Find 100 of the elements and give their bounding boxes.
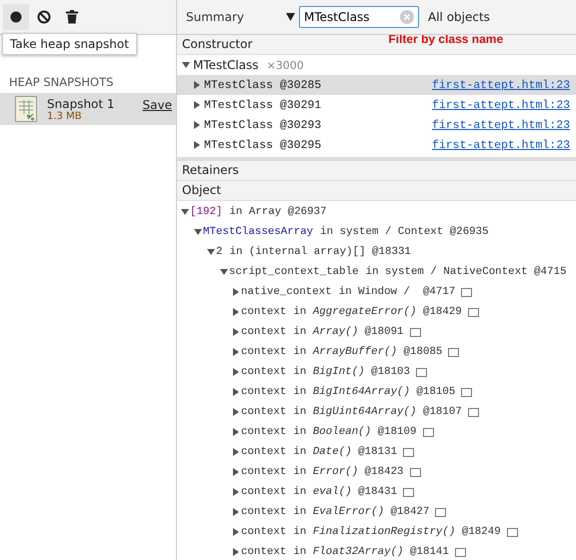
retainer-detail: in ArrayBuffer() @18085 — [293, 346, 442, 358]
collapsed-arrow-icon[interactable] — [233, 288, 239, 296]
record-button[interactable] — [3, 4, 29, 30]
collapsed-arrow-icon[interactable] — [233, 368, 239, 376]
expanded-arrow-icon[interactable] — [194, 229, 202, 235]
retainer-detail: in Error() @18423 — [293, 466, 404, 478]
tooltip: Take heap snapshot — [2, 33, 137, 55]
instance-row[interactable]: MTestClass @30293 first-attept.html:23 — [177, 115, 576, 135]
source-link[interactable]: first-attept.html:23 — [432, 138, 570, 152]
collapsed-arrow-icon[interactable] — [233, 528, 239, 536]
expanded-arrow-icon[interactable] — [182, 62, 190, 68]
retainer-detail: in Array() @18091 — [293, 326, 404, 338]
expanded-arrow-icon[interactable] — [181, 209, 189, 215]
source-link[interactable]: first-attept.html:23 — [432, 78, 570, 92]
retainer-name: context — [241, 406, 286, 418]
reveal-icon[interactable] — [403, 448, 414, 456]
collapsed-arrow-icon[interactable] — [233, 448, 239, 456]
collapsed-arrow-icon[interactable] — [233, 388, 239, 396]
snapshot-icon — [15, 96, 37, 122]
retainer-name: context — [241, 466, 286, 478]
column-header[interactable]: Object — [177, 181, 576, 201]
retainer-name: native_context — [241, 286, 332, 298]
expanded-arrow-icon[interactable] — [207, 249, 215, 255]
snapshot-title: Snapshot 1 — [47, 96, 116, 110]
snapshot-size: 1.3 MB — [47, 110, 83, 122]
retainer-detail: in system / Context @26935 — [320, 226, 489, 238]
retainer-name: context — [241, 546, 286, 558]
retainer-name: context — [241, 526, 286, 538]
retainer-detail: in system / NativeContext @4715 — [366, 266, 566, 278]
reveal-icon[interactable] — [403, 488, 414, 496]
save-link[interactable]: Save — [142, 98, 172, 112]
reveal-icon[interactable] — [468, 408, 479, 416]
retainer-detail: in BigInt() @18103 — [293, 366, 410, 378]
collapsed-arrow-icon[interactable] — [233, 428, 239, 436]
retainer-name: [192] — [190, 206, 222, 218]
retainer-detail: in Boolean() @18109 — [293, 426, 416, 438]
reveal-icon[interactable] — [416, 368, 428, 376]
reveal-icon[interactable] — [422, 428, 434, 436]
instance-row[interactable]: MTestClass @30295 first-attept.html:23 — [177, 135, 576, 155]
reveal-icon[interactable] — [454, 548, 466, 556]
instance-count: ×3000 — [266, 58, 304, 72]
retainer-detail: in BigInt64Array() @18105 — [293, 386, 456, 398]
collapsed-arrow-icon[interactable] — [233, 488, 239, 496]
reveal-icon[interactable] — [506, 528, 518, 536]
filter-field[interactable]: MTestClass — [299, 6, 419, 28]
instance-name: MTestClass @30291 — [204, 98, 322, 112]
retainer-name: script_context_table — [229, 266, 359, 278]
retainer-name: MTestClassesArray — [203, 226, 314, 238]
instance-name: MTestClass @30285 — [204, 78, 322, 92]
collapsed-arrow-icon[interactable] — [233, 348, 239, 356]
scope-label[interactable]: All objects — [428, 10, 490, 24]
retainer-name: context — [241, 486, 286, 498]
class-name: MTestClass — [193, 58, 259, 72]
reveal-icon[interactable] — [461, 288, 472, 296]
reveal-icon[interactable] — [461, 388, 472, 396]
snapshot-item[interactable]: Snapshot 1 1.3 MB Save — [0, 93, 176, 125]
reveal-icon[interactable] — [410, 328, 421, 336]
caret-icon — [286, 13, 295, 21]
retainer-name: context — [241, 426, 286, 438]
record-icon — [10, 11, 22, 23]
collapsed-arrow-icon[interactable] — [233, 508, 239, 516]
view-dropdown[interactable]: Summary — [177, 10, 299, 24]
reveal-icon[interactable] — [435, 508, 446, 516]
retainer-detail: in BigUint64Array() @18107 — [293, 406, 462, 418]
retainer-detail: in Array @26937 — [229, 206, 327, 218]
retainer-name: context — [241, 366, 286, 378]
collapsed-arrow-icon[interactable] — [233, 548, 239, 556]
column-header[interactable]: Constructor — [182, 35, 252, 54]
retainer-detail: in Date() @18131 — [293, 446, 398, 458]
source-link[interactable]: first-attept.html:23 — [432, 98, 570, 112]
reveal-icon[interactable] — [410, 468, 421, 476]
collapsed-arrow-icon[interactable] — [233, 308, 239, 316]
panel-title: Retainers — [177, 157, 576, 181]
retainer-detail: in Window / @4717 — [338, 286, 456, 298]
retainer-name: context — [241, 506, 286, 518]
retainer-name: context — [241, 326, 286, 338]
retainer-detail: in Float32Array() @18141 — [293, 546, 449, 558]
instance-row[interactable]: MTestClass @30291 first-attept.html:23 — [177, 95, 576, 115]
collapsed-arrow-icon[interactable] — [194, 121, 200, 129]
retainer-name: 2 — [216, 246, 222, 258]
reveal-icon[interactable] — [468, 308, 479, 316]
retainer-name: context — [241, 446, 286, 458]
expanded-arrow-icon[interactable] — [220, 269, 228, 275]
collapsed-arrow-icon[interactable] — [194, 141, 200, 149]
collapsed-arrow-icon[interactable] — [194, 101, 200, 109]
collapsed-arrow-icon[interactable] — [233, 468, 239, 476]
retainer-name: context — [241, 306, 286, 318]
annotation: Filter by class name — [388, 32, 504, 46]
retainer-detail: in AggregateError() @18429 — [293, 306, 462, 318]
instance-name: MTestClass @30293 — [204, 118, 322, 132]
clear-icon — [37, 10, 51, 24]
reveal-icon[interactable] — [448, 348, 460, 356]
collapsed-arrow-icon[interactable] — [194, 81, 200, 89]
collapsed-arrow-icon[interactable] — [233, 408, 239, 416]
instance-name: MTestClass @30295 — [204, 138, 322, 152]
instance-row[interactable]: MTestClass @30285 first-attept.html:23 — [177, 75, 576, 95]
collapsed-arrow-icon[interactable] — [233, 328, 239, 336]
source-link[interactable]: first-attept.html:23 — [432, 118, 570, 132]
retainer-detail: in FinalizationRegistry() @18249 — [293, 526, 501, 538]
trash-icon — [66, 10, 78, 24]
